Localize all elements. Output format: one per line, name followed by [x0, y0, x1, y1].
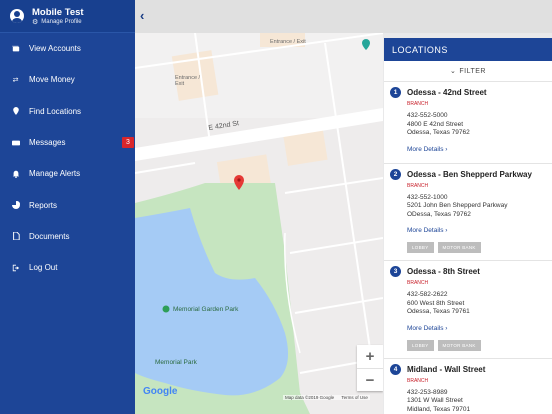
- location-type: BRANCH: [407, 101, 429, 107]
- location-address-2: Odessa, Texas 79762: [407, 129, 470, 136]
- envelope-icon: [11, 138, 20, 147]
- location-phone[interactable]: 432-582-2622: [407, 291, 544, 300]
- map-label-entrance-2: Entrance / Exit: [175, 75, 201, 87]
- location-address-2: Midland, Texas 79701: [407, 405, 471, 413]
- location-address-1: 5201 John Ben Shepperd Parkway: [407, 202, 508, 209]
- nav-item-manage-alerts[interactable]: Manage Alerts: [0, 158, 135, 189]
- chevron-left-icon[interactable]: ‹: [140, 9, 154, 23]
- location-item[interactable]: 1 Odessa - 42nd Street BRANCH 432-552-50…: [384, 82, 552, 164]
- zoom-out-button[interactable]: −: [357, 368, 383, 391]
- chevron-right-icon: ›: [445, 145, 448, 153]
- manage-profile-label: Manage Profile: [41, 19, 82, 25]
- more-details-link[interactable]: More Details ›: [407, 325, 447, 332]
- more-details-link[interactable]: More Details ›: [407, 227, 447, 234]
- location-name: Odessa - 42nd Street: [407, 88, 487, 97]
- locations-header: LOCATIONS: [384, 38, 552, 61]
- location-address-2: ODessa, Texas 79762: [407, 210, 471, 218]
- messages-badge: 3: [122, 136, 134, 148]
- nav-label: Documents: [29, 231, 70, 241]
- logout-icon: [11, 263, 20, 272]
- pin-icon: [11, 107, 20, 116]
- nav-item-log-out[interactable]: Log Out: [0, 252, 135, 283]
- location-name: Midland - Wall Street: [407, 364, 486, 374]
- nav-item-view-accounts[interactable]: View Accounts: [0, 33, 135, 64]
- top-bar: ‹: [135, 0, 552, 33]
- tag-motor-bank: MOTOR BANK: [437, 339, 481, 351]
- park-label-memorial: Memorial Park: [155, 359, 197, 366]
- location-type: BRANCH: [407, 377, 429, 384]
- chevron-right-icon: ›: [445, 324, 448, 332]
- location-number: 1: [390, 87, 401, 98]
- location-address-2: Odessa, Texas 79761: [407, 308, 470, 315]
- location-item[interactable]: 3 Odessa - 8th Street BRANCH 432-582-262…: [384, 261, 552, 359]
- accounts-icon: [11, 44, 20, 53]
- nav-item-reports[interactable]: Reports: [0, 189, 135, 220]
- tag-lobby: LOBBY: [407, 339, 434, 351]
- sidebar: Mobile Test ⚙ Manage Profile View Accoun…: [0, 0, 135, 414]
- profile-name: Mobile Test: [32, 6, 84, 18]
- tag-motor-bank: MOTOR BANK: [437, 242, 481, 253]
- zoom-in-button[interactable]: +: [357, 345, 383, 368]
- map-attribution: Map data ©2019 Google Terms of Use: [283, 395, 370, 400]
- nav-label: Messages: [29, 138, 66, 148]
- location-type: BRANCH: [407, 280, 429, 286]
- service-tags: LOBBY MOTOR BANK: [407, 339, 544, 351]
- filter-button[interactable]: ⌄ FILTER: [384, 61, 552, 82]
- location-address-1: 4800 E 42nd Street: [407, 120, 464, 128]
- map-data-text: Map data ©2019 Google: [285, 395, 335, 400]
- location-item[interactable]: 4 Midland - Wall Street BRANCH 432-253-8…: [384, 359, 552, 414]
- transfer-icon: ⇄: [12, 76, 19, 84]
- filter-label: FILTER: [459, 67, 486, 75]
- nav-item-move-money[interactable]: ⇄ Move Money: [0, 64, 135, 95]
- location-phone[interactable]: 432-552-1000: [407, 194, 544, 203]
- park-label-garden: Memorial Garden Park: [173, 306, 239, 313]
- zoom-control: + −: [357, 345, 383, 391]
- location-name: Odessa - Ben Shepperd Parkway: [407, 169, 532, 179]
- location-item[interactable]: 2 Odessa - Ben Shepperd Parkway BRANCH 4…: [384, 164, 552, 261]
- more-details-link[interactable]: More Details ›: [407, 146, 447, 153]
- chevron-right-icon: ›: [445, 227, 448, 234]
- service-tags: LOBBY MOTOR BANK: [407, 242, 544, 253]
- nav-item-messages[interactable]: Messages 3: [0, 127, 135, 158]
- terms-link[interactable]: Terms of Use: [341, 395, 368, 400]
- location-number: 4: [390, 363, 401, 375]
- map-label-entrance-1: Entrance / Exit: [270, 39, 306, 45]
- nav-label: Reports: [29, 200, 58, 210]
- location-phone[interactable]: 432-552-5000: [407, 112, 544, 121]
- chevron-down-icon: ⌄: [450, 68, 457, 75]
- user-avatar-icon: [10, 9, 24, 23]
- chart-icon: [11, 201, 20, 210]
- location-number: 2: [390, 168, 401, 180]
- bell-icon: [11, 169, 20, 178]
- nav-label: Find Locations: [29, 106, 82, 116]
- profile-header[interactable]: Mobile Test ⚙ Manage Profile: [0, 0, 135, 33]
- location-type: BRANCH: [407, 182, 429, 189]
- nav-item-find-locations[interactable]: Find Locations: [0, 96, 135, 127]
- location-name: Odessa - 8th Street: [407, 267, 480, 276]
- nav-label: View Accounts: [29, 44, 81, 54]
- nav-label: Log Out: [29, 263, 58, 273]
- document-icon: [11, 232, 20, 241]
- location-address-1: 1301 W Wall Street: [407, 397, 463, 404]
- map-view[interactable]: Entrance / Exit Entrance / Exit E 42nd S…: [135, 33, 383, 414]
- nav-label: Move Money: [29, 75, 75, 85]
- manage-profile-link[interactable]: ⚙ Manage Profile: [32, 19, 84, 26]
- tag-lobby: LOBBY: [407, 242, 434, 253]
- gear-icon: ⚙: [32, 18, 39, 26]
- location-phone[interactable]: 432-253-8989: [407, 389, 544, 398]
- google-logo: Google: [143, 386, 178, 397]
- map-canvas: [135, 33, 383, 414]
- location-number: 3: [390, 266, 401, 277]
- locations-panel: LOCATIONS ⌄ FILTER 1 Odessa - 42nd Stree…: [384, 38, 552, 414]
- nav-item-documents[interactable]: Documents: [0, 221, 135, 252]
- location-address-1: 600 West 8th Street: [407, 299, 465, 307]
- nav-label: Manage Alerts: [29, 169, 81, 179]
